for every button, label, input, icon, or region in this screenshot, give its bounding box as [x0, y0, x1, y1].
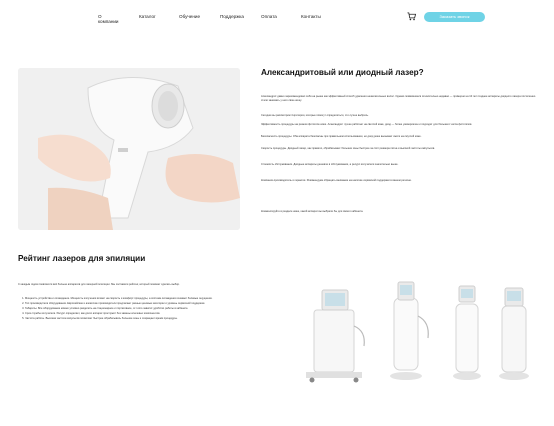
nav-about[interactable]: О компании — [98, 14, 119, 24]
article-paragraph: Эффективность процедуры на разном фототи… — [261, 123, 473, 126]
hero-image — [18, 68, 240, 230]
nav-training[interactable]: Обучение — [179, 14, 200, 19]
rating-title: Рейтинг лазеров для эпиляции — [18, 254, 146, 263]
nav-support[interactable]: Поддержка — [220, 14, 244, 19]
cart-icon[interactable] — [407, 12, 416, 21]
list-item: Габариты. Все оборудование можно условно… — [25, 307, 301, 311]
article-paragraph: Скорость процедуры. Диодный лазер, как п… — [261, 147, 436, 150]
list-item: Частота работы. Высокая частота импульсо… — [25, 317, 301, 321]
article-paragraph: Стоимость обслуживания. Диодные аппараты… — [261, 163, 399, 166]
article-paragraph: Комментируйте в разделе ниже, какой аппа… — [261, 210, 364, 213]
nav-contacts[interactable]: Контакты — [301, 14, 321, 19]
article-title: Александритовый или диодный лазер? — [261, 68, 424, 77]
rating-intro: С каждым годом появляется всё больше апп… — [18, 283, 180, 286]
callback-button[interactable]: Заказать звонок — [424, 12, 485, 22]
rating-list: Мощность устройства и охлаждение. Мощнос… — [18, 297, 301, 322]
article-paragraph: Александрит давно зарекомендовал себя на… — [261, 95, 536, 102]
article-paragraph: Безопасность процедуры. Оба аппарата без… — [261, 135, 422, 138]
article-paragraph: Сегодня мы рассмотрим 4 критерия, которы… — [261, 114, 369, 117]
nav-payment[interactable]: Оплата — [261, 14, 277, 19]
laser-machines-image — [306, 281, 529, 383]
list-item: Срок службы излучателя. Ресурс определяе… — [25, 312, 301, 316]
list-item: Мощность устройства и охлаждение. Мощнос… — [25, 297, 301, 301]
article-paragraph: Компания-производитель и гарантия. Реком… — [261, 179, 412, 182]
nav-catalog[interactable]: Каталог — [139, 14, 156, 19]
list-item: Тип производителя оборудования. Европейс… — [25, 302, 301, 306]
